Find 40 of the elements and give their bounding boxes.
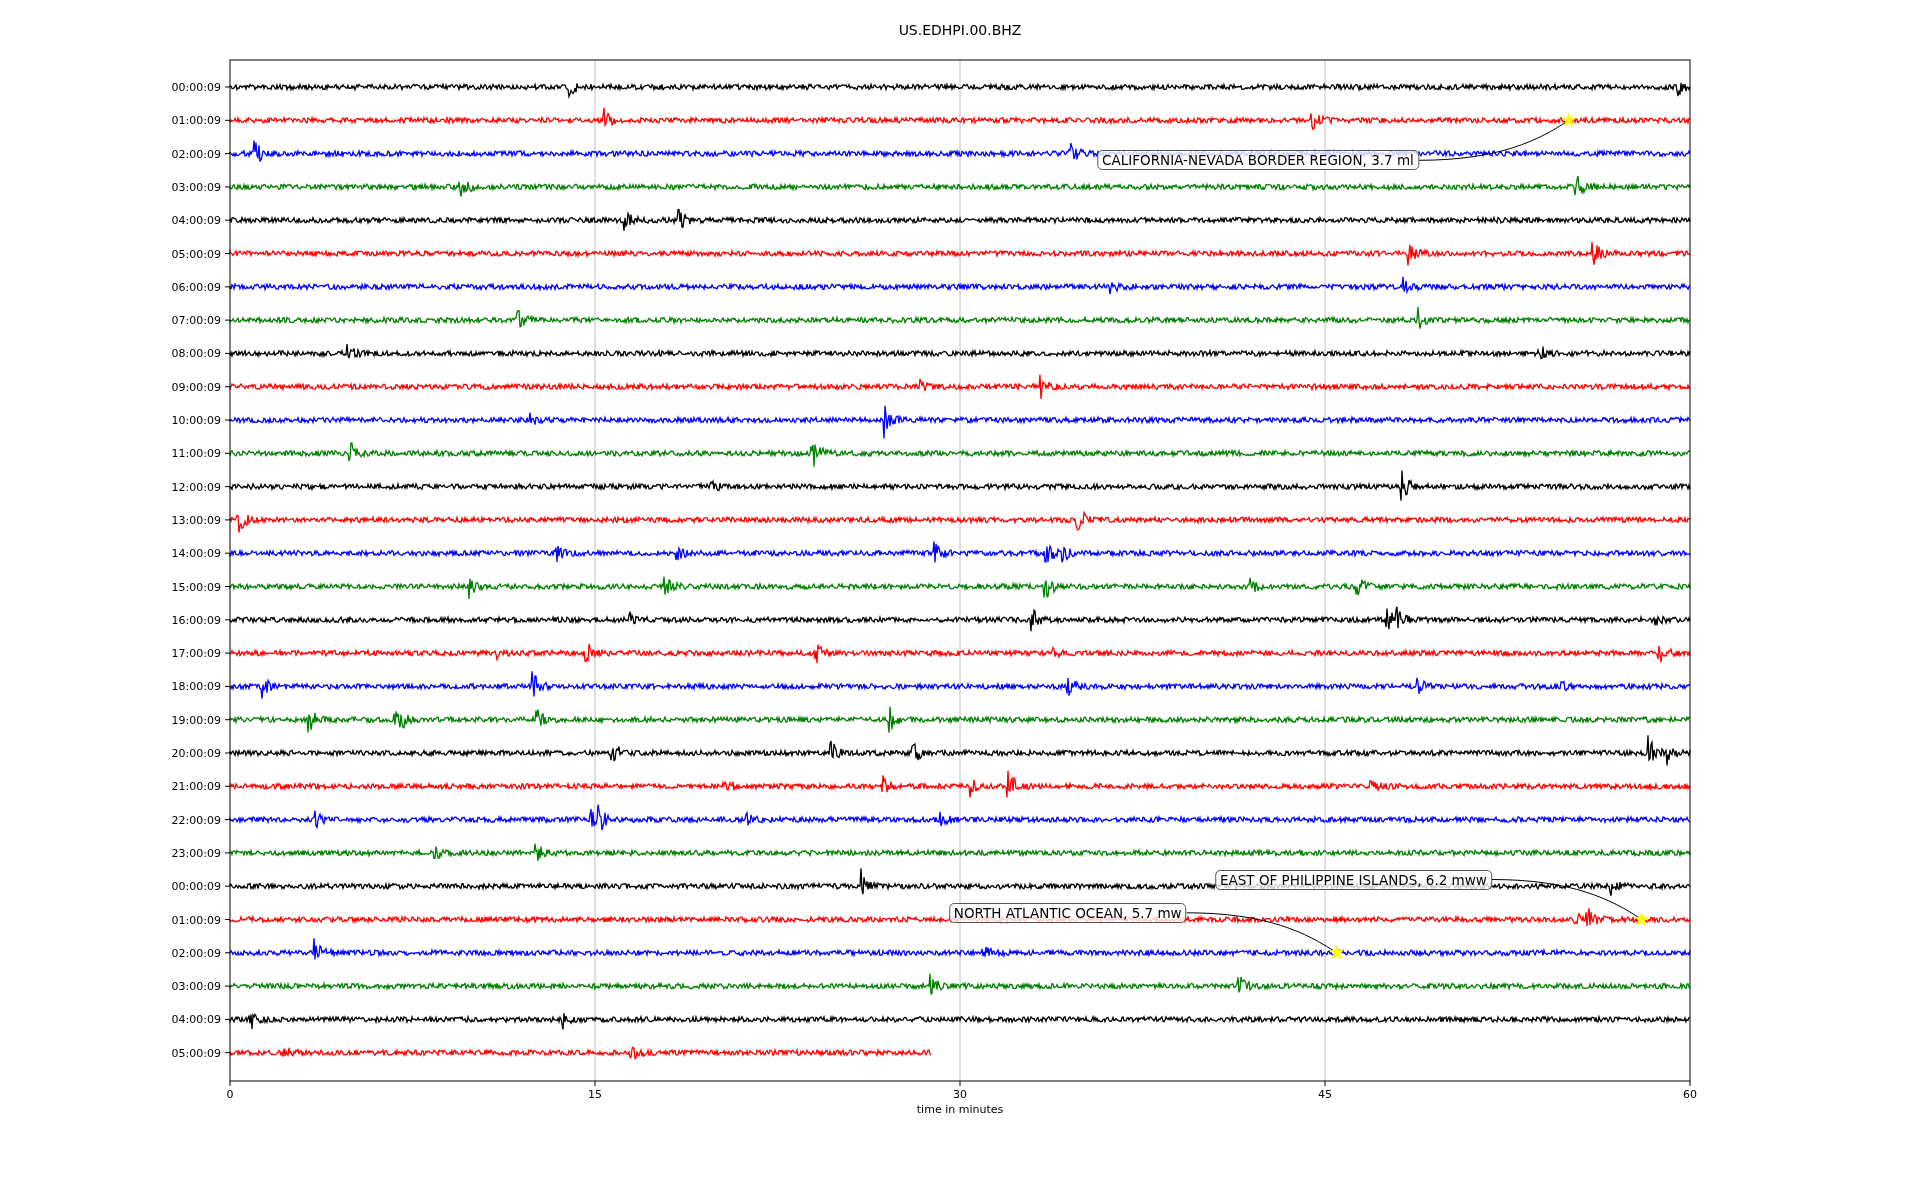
trace-time-label: 23:00:09 [171,846,221,860]
trace-time-label: 16:00:09 [171,613,221,627]
trace-time-label: 05:00:09 [171,1046,221,1060]
trace-time-label: 03:00:09 [171,980,221,994]
trace-time-label: 10:00:09 [171,414,221,427]
trace-time-label: 05:00:09 [171,247,221,261]
trace-time-label: 01:00:09 [171,913,221,927]
trace-time-label: 07:00:09 [171,314,221,328]
trace-time-label: 03:00:09 [171,180,221,194]
trace-time-label: 18:00:09 [171,680,221,694]
trace-time-label: 14:00:09 [171,547,221,561]
x-tick-label: 45 [1318,1088,1332,1101]
trace-time-label: 02:00:09 [171,147,221,161]
trace-time-label: 13:00:09 [171,513,221,527]
trace-time-label: 12:00:09 [171,480,221,494]
trace-time-label: 17:00:09 [171,647,221,661]
trace-time-label: 15:00:09 [171,580,221,594]
trace-time-label: 00:00:09 [171,81,221,94]
trace-time-label: 04:00:09 [171,1013,221,1027]
x-tick-label: 15 [588,1088,602,1101]
x-tick-label: 60 [1683,1088,1697,1101]
trace-time-label: 21:00:09 [171,780,221,794]
event-label: EAST OF PHILIPPINE ISLANDS, 6.2 mww [1215,869,1492,890]
trace-time-label: 11:00:09 [171,447,221,461]
trace-time-label: 19:00:09 [171,713,221,727]
trace-time-label: 08:00:09 [171,347,221,361]
axis-label: time in minutes [916,1103,1004,1116]
trace-time-label: 02:00:09 [171,946,221,960]
event-label: CALIFORNIA-NEVADA BORDER REGION, 3.7 ml [1097,150,1419,171]
trace-time-label: 20:00:09 [171,747,221,760]
chart-title: US.EDHPI.00.BHZ [898,22,1022,38]
trace-time-label: 04:00:09 [171,214,221,228]
x-tick-label: 30 [953,1088,967,1101]
event-label: NORTH ATLANTIC OCEAN, 5.7 mw [948,902,1187,923]
trace-time-label: 09:00:09 [171,380,221,394]
trace-time-label: 01:00:09 [171,114,221,128]
trace-time-label: 00:00:09 [171,880,221,894]
x-tick-label: 0 [226,1088,234,1101]
trace-time-label: 06:00:09 [171,280,221,294]
trace-time-label: 22:00:09 [171,813,221,827]
